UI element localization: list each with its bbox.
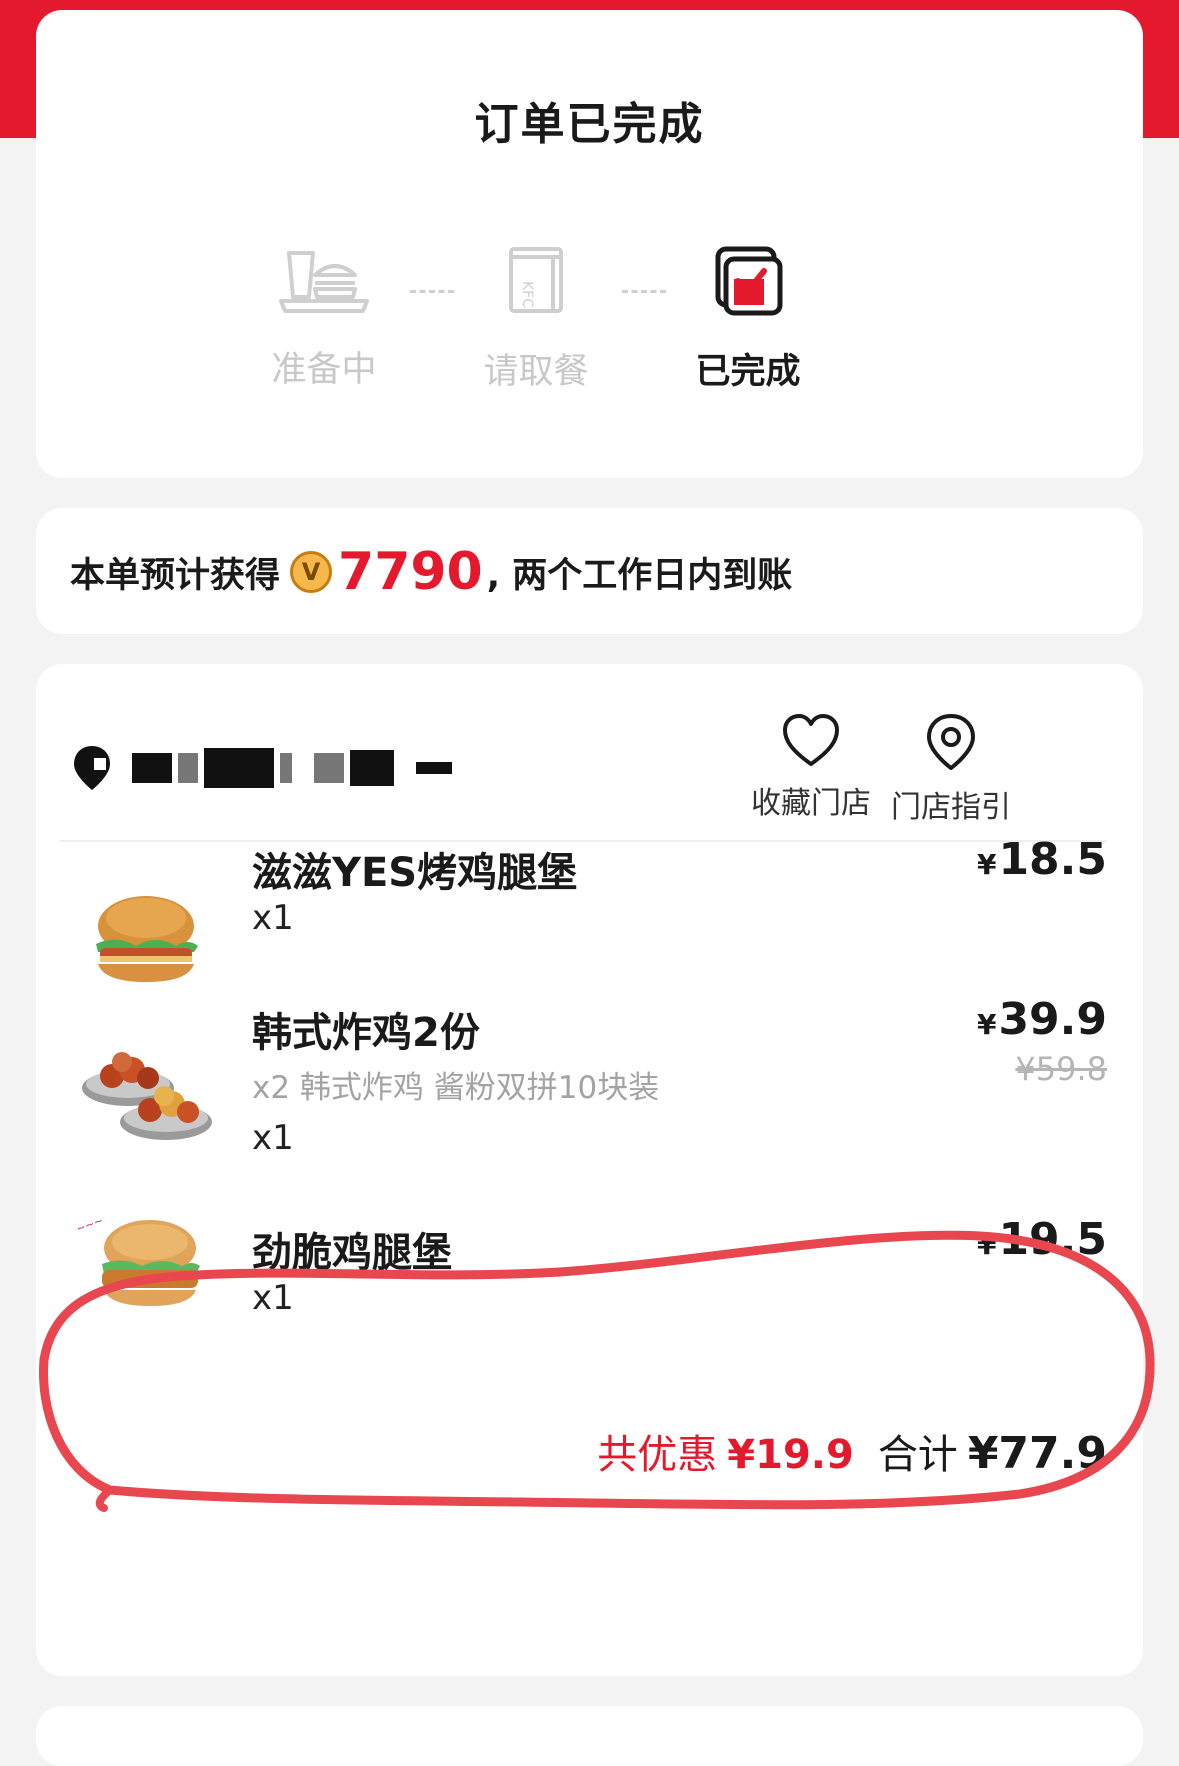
- censored-store-name: [132, 748, 452, 788]
- next-card: [36, 1706, 1143, 1766]
- currency-symbol: ¥: [976, 1008, 997, 1041]
- svg-text:~~~: ~~~: [76, 1214, 105, 1236]
- divider: [60, 840, 1107, 842]
- points-suffix: , 两个工作日内到账: [486, 555, 793, 596]
- discount-value: ¥19.9: [727, 1432, 854, 1478]
- store-guide-label: 门店指引: [891, 790, 1011, 825]
- location-pin-icon: [74, 746, 110, 790]
- korean-fried-chicken-image: [82, 1052, 212, 1140]
- item-name: 韩式炸鸡2份: [252, 1010, 480, 1056]
- favorite-store-label: 收藏门店: [751, 786, 871, 821]
- step-label: 请取餐: [483, 352, 589, 392]
- map-pin-icon: [927, 714, 975, 770]
- item-quantity: x1: [252, 1118, 294, 1158]
- discount-label: 共优惠: [597, 1432, 718, 1478]
- completed-check-icon: [715, 246, 783, 316]
- points-prefix: 本单预计获得: [70, 555, 281, 596]
- svg-text:KFC: KFC: [519, 281, 535, 308]
- total-label: 合计: [877, 1432, 958, 1478]
- item-name: 劲脆鸡腿堡: [252, 1230, 452, 1276]
- store-name: [72, 744, 452, 792]
- item-description: x2 韩式炸鸡 酱粉双拼10块装: [252, 1070, 660, 1106]
- order-summary: 共优惠 ¥19.9 合计 ¥77.9: [597, 1422, 1107, 1480]
- total-value: ¥77.9: [967, 1428, 1107, 1479]
- step-completed: 已完成: [648, 245, 848, 394]
- item-price: ¥18.5: [977, 834, 1107, 885]
- store-guide-button[interactable]: 门店指引: [886, 712, 1016, 826]
- crispy-chicken-burger-image: ~~~: [76, 1214, 200, 1306]
- page-title: 订单已完成: [474, 99, 705, 150]
- favorite-store-button[interactable]: 收藏门店: [746, 712, 876, 822]
- price-value: 39.9: [998, 994, 1107, 1045]
- currency-symbol: ¥: [976, 848, 997, 881]
- v-coin-icon: V: [290, 551, 333, 593]
- item-price: ¥39.9: [977, 994, 1107, 1045]
- item-original-price: ¥59.8: [1015, 1050, 1107, 1088]
- points-message: 本单预计获得 V 7790 , 两个工作日内到账: [70, 542, 792, 602]
- heart-icon: [783, 714, 839, 766]
- item-price: ¥19.5: [977, 1214, 1107, 1265]
- item-quantity: x1: [252, 1278, 294, 1318]
- points-card: 本单预计获得 V 7790 , 两个工作日内到账: [36, 508, 1143, 634]
- currency-symbol: ¥: [976, 1228, 997, 1261]
- grilled-burger-image: [96, 896, 198, 982]
- step-preparing: 准备中: [224, 245, 424, 392]
- meal-tray-icon: [279, 251, 369, 313]
- price-value: 19.5: [998, 1214, 1107, 1265]
- item-name: 滋滋YES烤鸡腿堡: [252, 850, 578, 896]
- points-value: 7790: [338, 542, 483, 602]
- step-pickup: KFC 请取餐: [436, 245, 636, 394]
- kfc-bag-icon: KFC: [509, 247, 563, 313]
- order-detail-card: 收藏门店 门店指引 滋滋YES烤鸡腿堡 x1 ¥18.5 韩式炸鸡2份 x2 韩…: [36, 664, 1143, 1676]
- order-status-card: 订单已完成 准备中 KFC 请取餐 已完成: [36, 10, 1143, 478]
- step-label: 已完成: [695, 352, 801, 392]
- step-label: 准备中: [271, 350, 377, 390]
- item-quantity: x1: [252, 898, 294, 938]
- price-value: 18.5: [998, 834, 1107, 885]
